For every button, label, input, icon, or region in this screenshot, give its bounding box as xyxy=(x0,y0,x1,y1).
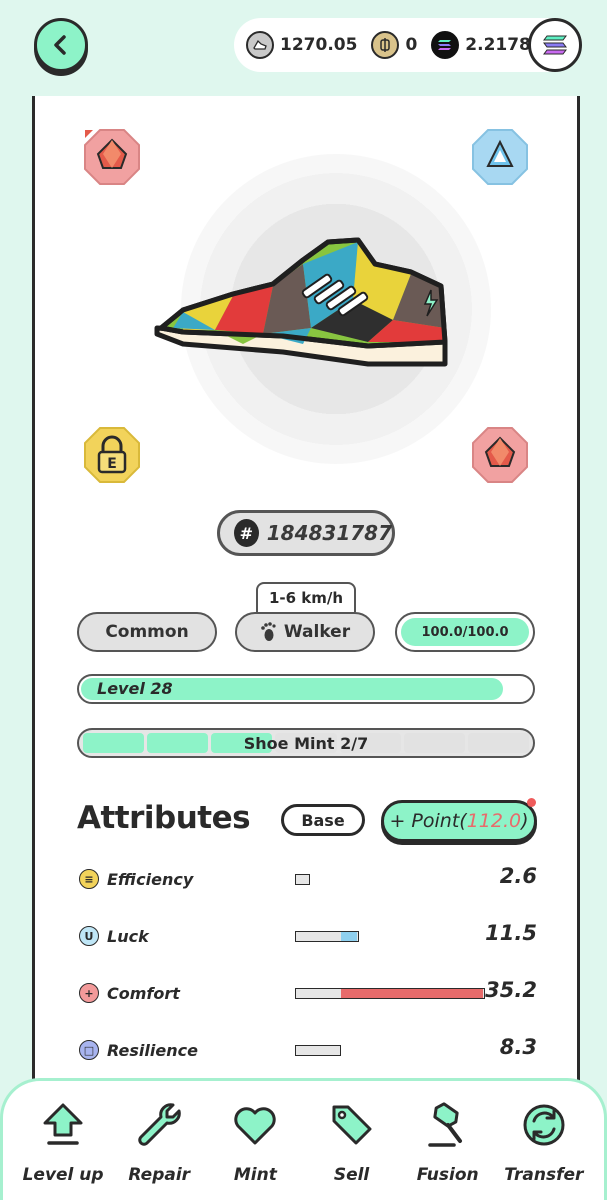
level-up-button[interactable]: Level up xyxy=(18,1101,108,1200)
comfort-gem-socket-icon xyxy=(84,129,140,185)
comfort-gem-socket-icon xyxy=(472,427,528,483)
transfer-label: Transfer xyxy=(504,1165,584,1185)
notification-dot xyxy=(527,798,536,807)
add-point-button[interactable]: + Point(112.0) xyxy=(381,800,537,842)
attribute-bonus-fill xyxy=(341,989,483,998)
mint-label: Mint xyxy=(233,1165,277,1185)
attribute-row-luck[interactable]: U Luck 11.5 xyxy=(77,921,537,951)
attribute-value: 35.2 xyxy=(485,978,537,1002)
attribute-row-resilience[interactable]: □ Resilience 8.3 xyxy=(77,1035,537,1065)
heart-icon xyxy=(234,1107,277,1145)
attribute-name: Efficiency xyxy=(107,870,194,889)
point-suffix: ) xyxy=(521,810,529,832)
attributes-heading: Attributes xyxy=(77,800,251,836)
level-up-label: Level up xyxy=(22,1165,104,1185)
solana-icon xyxy=(543,35,567,55)
level-progress-bar: Level 28 xyxy=(77,674,535,704)
sneaker-id-badge[interactable]: # 184831787 xyxy=(217,510,395,556)
resilience-icon: □ xyxy=(79,1040,99,1060)
comfort-icon: + xyxy=(79,983,99,1003)
attribute-bar xyxy=(295,1045,342,1056)
hash-icon: # xyxy=(234,519,259,547)
attribute-row-comfort[interactable]: + Comfort 35.2 xyxy=(77,978,537,1008)
sell-label: Sell xyxy=(333,1165,370,1185)
quality-chip: Common xyxy=(77,612,217,652)
attribute-value: 2.6 xyxy=(499,864,537,888)
durability-bar: 100.0/100.0 xyxy=(401,618,529,646)
gmt-balance-value: 0 xyxy=(405,35,418,55)
quality-label: Common xyxy=(105,622,189,642)
wrench-icon xyxy=(138,1103,181,1146)
mint-button[interactable]: Mint xyxy=(210,1101,300,1200)
socket-top-right[interactable] xyxy=(469,126,531,188)
attribute-bar xyxy=(295,988,485,999)
chevron-left-icon xyxy=(54,35,66,55)
durability-chip: 100.0/100.0 xyxy=(395,612,535,652)
socket-bottom-right[interactable] xyxy=(469,424,531,486)
point-prefix: + Point( xyxy=(389,810,467,832)
sell-button[interactable]: Sell xyxy=(307,1101,397,1200)
price-tag-icon xyxy=(332,1105,372,1145)
transfer-button[interactable]: Transfer xyxy=(499,1101,589,1200)
gmt-balance[interactable]: 0 xyxy=(371,31,417,59)
efficiency-icon: ≡ xyxy=(79,869,99,889)
svg-text:E: E xyxy=(107,456,117,472)
shoe-mint-bar: Shoe Mint 2/7 xyxy=(77,728,535,758)
repair-button[interactable]: Repair xyxy=(114,1101,204,1200)
attribute-row-efficiency[interactable]: ≡ Efficiency 2.6 xyxy=(77,864,537,894)
attribute-name: Luck xyxy=(107,927,149,946)
transfer-arrows-icon xyxy=(523,1104,565,1146)
type-label: Walker xyxy=(283,622,351,642)
bottom-action-bar: Level up Repair Mint Sell Fusion Transfe… xyxy=(0,1078,607,1200)
base-toggle-button[interactable]: Base xyxy=(281,804,365,836)
repair-label: Repair xyxy=(128,1165,191,1185)
attribute-value: 11.5 xyxy=(485,921,537,945)
shoe-mint-label: Shoe Mint 2/7 xyxy=(243,734,369,753)
gst-balance-value: 1270.05 xyxy=(280,35,358,55)
gmt-coin-icon xyxy=(371,31,400,59)
footprint-icon xyxy=(261,622,276,641)
lock-icon: E xyxy=(84,427,140,483)
sneaker-id: 184831787 xyxy=(266,521,392,545)
sol-coin-icon xyxy=(431,31,460,59)
attribute-value: 8.3 xyxy=(499,1035,537,1059)
attribute-bar xyxy=(295,874,310,885)
socket-bottom-left-locked[interactable]: E xyxy=(81,424,143,486)
sol-balance-value: 2.2178 xyxy=(465,35,531,55)
attribute-bar xyxy=(295,931,360,942)
gst-coin-icon xyxy=(246,31,274,59)
luck-icon: U xyxy=(79,926,99,946)
gst-balance[interactable]: 1270.05 xyxy=(246,31,357,59)
durability-value: 100.0/100.0 xyxy=(421,624,509,640)
speed-range-tag: 1-6 km/h xyxy=(256,582,356,612)
attribute-name: Comfort xyxy=(107,984,180,1003)
type-chip: Walker xyxy=(235,612,375,652)
sneaker-image xyxy=(154,237,448,367)
point-value: 112.0 xyxy=(466,810,522,832)
level-up-arrow-icon xyxy=(43,1103,83,1145)
level-label: Level 28 xyxy=(97,679,173,698)
attribute-bonus-fill xyxy=(341,932,358,941)
socket-top-left[interactable] xyxy=(81,126,143,188)
sol-balance[interactable]: 2.2178 xyxy=(431,31,531,59)
fusion-label: Fusion xyxy=(416,1165,479,1185)
luck-gem-socket-icon xyxy=(472,129,528,185)
fusion-button[interactable]: Fusion xyxy=(403,1101,493,1200)
sneaker-detail-card: E # 184831787 1-6 km/h Common Walker 100… xyxy=(32,96,580,1106)
solana-chain-button[interactable] xyxy=(528,18,582,72)
back-button[interactable] xyxy=(34,18,88,72)
attribute-name: Resilience xyxy=(107,1041,198,1060)
hammer-icon xyxy=(427,1102,462,1147)
